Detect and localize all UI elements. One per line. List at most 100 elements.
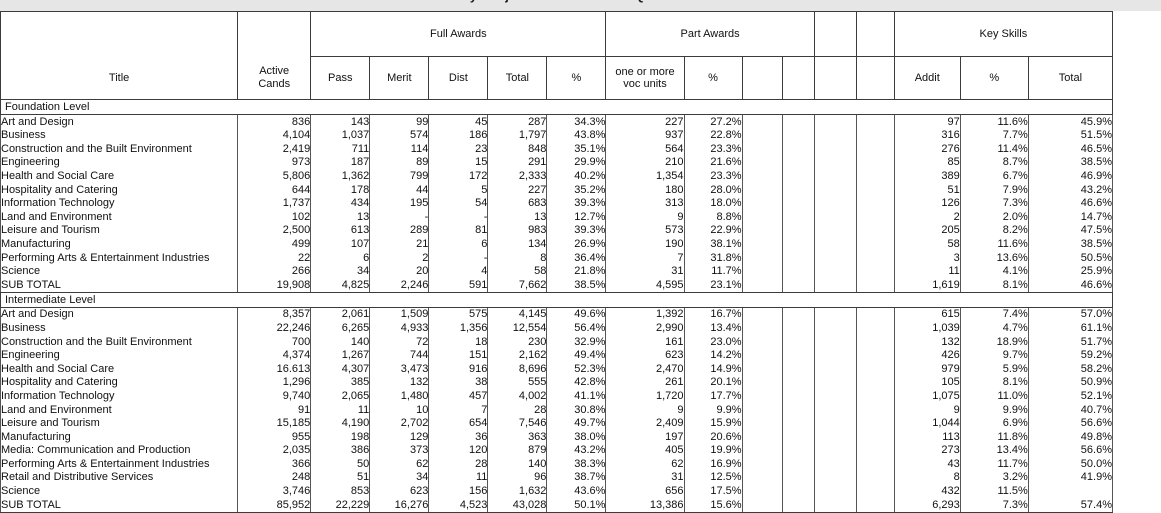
cell-spacer-2 bbox=[855, 484, 895, 499]
cell-merit: 132 bbox=[369, 375, 430, 390]
cell-spacer-2 bbox=[855, 389, 895, 403]
cell-dist: 575 bbox=[428, 307, 489, 322]
cell-spacer-2 bbox=[855, 470, 895, 485]
cell-full-total: 8,696 bbox=[487, 362, 548, 376]
cell-spacer-1 bbox=[813, 196, 857, 211]
cell-full-total: 555 bbox=[487, 375, 548, 390]
cell-addit: 615 bbox=[893, 307, 961, 322]
header-col-full-pct: % bbox=[546, 56, 607, 100]
cell-ks-total: 51.5% bbox=[1027, 128, 1114, 143]
cell-ks-total: 45.9% bbox=[1027, 114, 1114, 129]
cell-addit: 432 bbox=[893, 484, 961, 499]
table-body: Foundation Level Art and Design 836 143 99 45… bbox=[0, 99, 1114, 513]
cell-ks-pct: 11.6% bbox=[959, 237, 1029, 251]
cell-title: Science bbox=[0, 484, 239, 499]
cell-part-blank-2 bbox=[781, 142, 815, 156]
cell-ks-pct: 8.7% bbox=[959, 155, 1029, 170]
cell-addit: 11 bbox=[893, 264, 961, 279]
cell-full-pct: 38.0% bbox=[546, 430, 607, 444]
cell-pass: 22,229 bbox=[310, 498, 371, 513]
table-row: Health and Social Care 16.613 4,307 3,473 91… bbox=[0, 362, 1114, 376]
results-table: Full Awards Part Awards Key Skills Title… bbox=[0, 11, 1114, 513]
cell-title: Health and Social Care bbox=[0, 169, 239, 183]
cell-part-blank-1 bbox=[741, 362, 783, 376]
cell-full-pct: 50.1% bbox=[546, 498, 607, 513]
header-part-awards: Part Awards bbox=[605, 11, 815, 57]
cell-voc-units: 9 bbox=[605, 402, 685, 417]
cell-pass: 34 bbox=[310, 264, 371, 279]
table-row: SUB TOTAL 85,952 22,229 16,276 4,523 43,028 50… bbox=[0, 498, 1114, 513]
cell-part-blank-2 bbox=[781, 307, 815, 322]
cell-merit: 373 bbox=[369, 443, 430, 458]
cell-addit: 58 bbox=[893, 237, 961, 251]
table-row: Science 3,746 853 623 156 1,632 43.6% 656 17.5% 4… bbox=[0, 484, 1114, 499]
cell-full-total: 7,546 bbox=[487, 416, 548, 431]
cell-merit: 62 bbox=[369, 457, 430, 471]
cell-part-blank-1 bbox=[741, 443, 783, 458]
cell-part-pct: 11.7% bbox=[683, 264, 743, 279]
cell-spacer-1 bbox=[813, 430, 857, 444]
cell-spacer-2 bbox=[855, 348, 895, 363]
cell-addit: 8 bbox=[893, 470, 961, 485]
cell-active-cands: 248 bbox=[237, 470, 312, 485]
cell-spacer-1 bbox=[813, 416, 857, 431]
cell-addit: 316 bbox=[893, 128, 961, 143]
cell-full-pct: 39.3% bbox=[546, 223, 607, 238]
cell-part-blank-1 bbox=[741, 402, 783, 417]
cell-part-blank-2 bbox=[781, 430, 815, 444]
cell-dist: 6 bbox=[428, 237, 489, 251]
cell-spacer-1 bbox=[813, 457, 857, 471]
cell-title: Performing Arts & Entertainment Industri… bbox=[0, 457, 239, 471]
cell-active-cands: 266 bbox=[237, 264, 312, 279]
cell-spacer-2 bbox=[855, 362, 895, 376]
cell-ks-total: 49.8% bbox=[1027, 430, 1114, 444]
cell-part-blank-2 bbox=[781, 484, 815, 499]
cell-active-cands: 2,035 bbox=[237, 443, 312, 458]
header-col-ks-total: Total bbox=[1027, 56, 1114, 100]
cell-part-blank-1 bbox=[741, 498, 783, 513]
cell-spacer-1 bbox=[813, 169, 857, 183]
cell-part-blank-2 bbox=[781, 362, 815, 376]
cell-dist: 5 bbox=[428, 182, 489, 197]
cell-addit: 273 bbox=[893, 443, 961, 458]
section-header-label: Foundation Level bbox=[0, 99, 1113, 115]
cell-voc-units: 1,392 bbox=[605, 307, 685, 322]
table-row: Art and Design 836 143 99 45 287 34.3% 227 27.2%… bbox=[0, 114, 1114, 129]
cell-ks-total: 50.0% bbox=[1027, 457, 1114, 471]
cell-title: Leisure and Tourism bbox=[0, 416, 239, 431]
cell-merit: 195 bbox=[369, 196, 430, 211]
cell-full-pct: 38.3% bbox=[546, 457, 607, 471]
cell-active-cands: 102 bbox=[237, 210, 312, 224]
cell-full-total: 134 bbox=[487, 237, 548, 251]
header-title-group bbox=[0, 11, 239, 57]
cell-active-cands: 366 bbox=[237, 457, 312, 471]
cell-voc-units: 31 bbox=[605, 264, 685, 279]
cell-title: Art and Design bbox=[0, 307, 239, 322]
cell-dist: 18 bbox=[428, 334, 489, 349]
cell-pass: 1,267 bbox=[310, 348, 371, 363]
cell-part-blank-2 bbox=[781, 250, 815, 265]
cell-full-total: 291 bbox=[487, 155, 548, 170]
cell-part-pct: 17.7% bbox=[683, 389, 743, 403]
cell-full-pct: 36.4% bbox=[546, 250, 607, 265]
table-row: Construction and the Built Environment 70… bbox=[0, 334, 1114, 349]
cell-full-pct: 52.3% bbox=[546, 362, 607, 376]
cell-part-pct: 22.8% bbox=[683, 128, 743, 143]
cell-ks-pct: 6.9% bbox=[959, 416, 1029, 431]
cell-ks-total: 38.5% bbox=[1027, 155, 1114, 170]
cell-merit: 129 bbox=[369, 430, 430, 444]
header-col-pass: Pass bbox=[310, 56, 371, 100]
cell-ks-total: 38.5% bbox=[1027, 237, 1114, 251]
cell-title: Engineering bbox=[0, 155, 239, 170]
cell-part-blank-2 bbox=[781, 321, 815, 335]
cell-full-total: 1,632 bbox=[487, 484, 548, 499]
cell-ks-pct: 7.7% bbox=[959, 128, 1029, 143]
cell-spacer-1 bbox=[813, 402, 857, 417]
table-row: Information Technology 9,740 2,065 1,480 457… bbox=[0, 389, 1114, 403]
cell-dist: 7 bbox=[428, 402, 489, 417]
cell-title: Leisure and Tourism bbox=[0, 223, 239, 238]
cell-part-blank-1 bbox=[741, 210, 783, 224]
active-cands-line1: Active bbox=[259, 65, 290, 78]
cell-active-cands: 4,374 bbox=[237, 348, 312, 363]
cell-part-pct: 20.1% bbox=[683, 375, 743, 390]
